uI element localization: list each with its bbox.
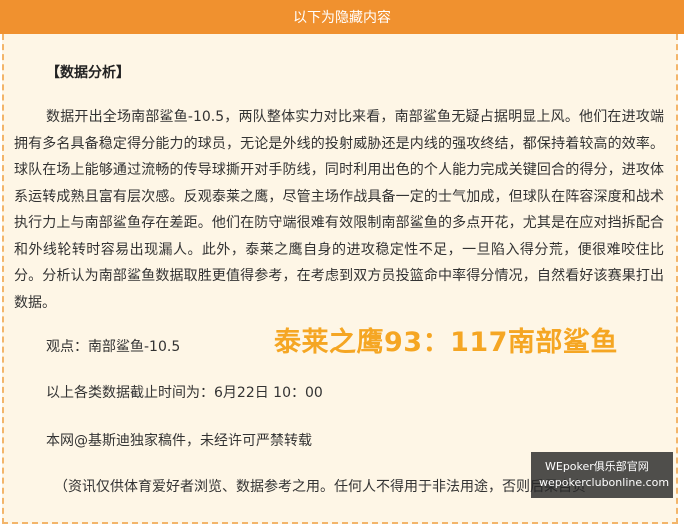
hidden-content-header: 以下为隐藏内容: [0, 0, 684, 34]
section-title: 【数据分析】: [46, 65, 130, 81]
opinion-line: 观点：南部鲨鱼-10.5: [46, 339, 181, 355]
disclaimer-line: （资讯仅供体育爱好者浏览、数据参考之用。任何人不得用于非法用途，否则后果自负: [54, 479, 586, 495]
score-prediction: 泰莱之鹰93：117南部鲨鱼: [274, 327, 618, 358]
deadline-line: 以上各类数据截止时间为：6月22日 10：00: [46, 385, 323, 401]
watermark-url: wepokerclubonline.com: [539, 476, 670, 489]
hidden-content-block: 以下为隐藏内容 【数据分析】 数据开出全场南部鲨鱼-10.5，两队整体实力对比来…: [0, 0, 684, 524]
watermark-brand: WEpoker俱乐部官网: [545, 460, 649, 473]
watermark-overlay: WEpoker俱乐部官网 wepokerclubonline.com: [531, 452, 673, 498]
analysis-paragraph: 数据开出全场南部鲨鱼-10.5，两队整体实力对比来看，南部鲨鱼无疑占据明显上风。…: [14, 109, 664, 311]
copyright-line: 本网@基斯迪独家稿件，未经许可严禁转载: [46, 433, 312, 449]
